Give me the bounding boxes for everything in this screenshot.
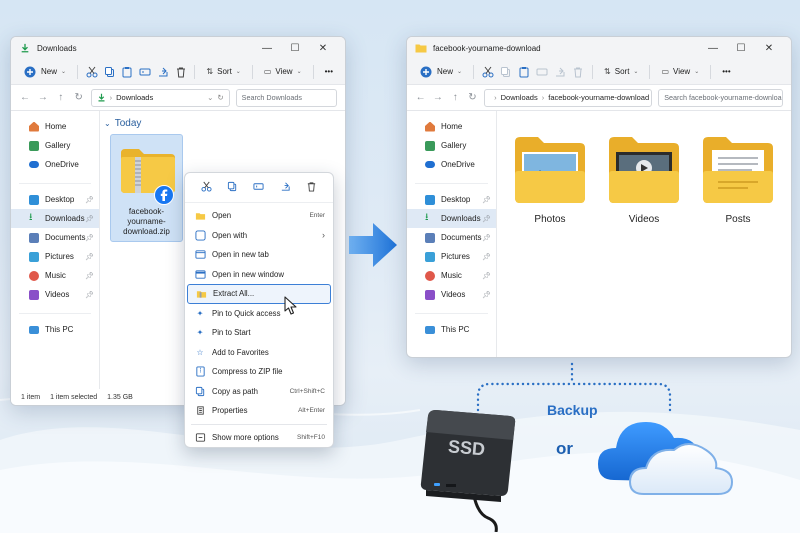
context-menu: Open Enter Open with › Open in new tab Ope… [184, 172, 334, 448]
divider [191, 423, 327, 425]
menu-item-pin-quick-access[interactable]: ✦ Pin to Quick access [185, 304, 333, 324]
menu-item-label: Add to Favorites [212, 347, 269, 357]
delete-icon[interactable] [306, 181, 317, 194]
rename-icon[interactable] [253, 181, 265, 194]
pin-icon: ✦ [196, 328, 204, 338]
copy-path-icon [194, 385, 206, 397]
copy-icon[interactable] [227, 181, 238, 194]
share-icon[interactable] [280, 181, 291, 194]
star-icon: ☆ [196, 347, 204, 357]
videos-folder-icon [609, 137, 679, 203]
menu-item-shortcut: Ctrl+Shift+C [289, 387, 325, 395]
folder-item-photos[interactable]: Photos [512, 134, 588, 225]
file-name-line: download.zip [123, 227, 170, 236]
folder-label: Videos [628, 214, 660, 225]
zip-icon [194, 366, 206, 378]
file-name-line: yourname- [127, 217, 166, 226]
menu-item-copy-path[interactable]: Copy as path Ctrl+Shift+C [185, 382, 333, 402]
menu-item-label: Open [212, 211, 232, 221]
folder-label: Posts [725, 214, 751, 225]
menu-item-label: Pin to Start [212, 328, 251, 338]
zip-file-item[interactable]: facebook- yourname- download.zip [110, 134, 183, 242]
menu-item-open[interactable]: Open Enter [185, 206, 333, 226]
menu-item-open-with[interactable]: Open with › [185, 226, 333, 246]
open-icon [194, 210, 206, 222]
group-header-today[interactable]: ⌄ Today [104, 118, 141, 129]
new-window-icon [194, 268, 206, 280]
menu-item-pin-start[interactable]: ✦ Pin to Start [185, 323, 333, 343]
menu-item-shortcut: Enter [309, 212, 325, 220]
photos-folder-icon [515, 137, 585, 203]
menu-item-label: Extract All... [213, 289, 255, 299]
pin-icon: ✦ [196, 308, 204, 318]
ssd-drive-icon: SSD [420, 410, 516, 532]
menu-item-label: Pin to Quick access [212, 308, 281, 318]
backup-label: Backup [547, 402, 598, 418]
new-tab-icon [194, 249, 206, 261]
chevron-right-icon: › [322, 230, 325, 241]
or-label: or [556, 439, 573, 458]
folder-label: Photos [534, 214, 566, 225]
properties-icon [194, 405, 206, 417]
file-name-line: facebook- [128, 207, 165, 216]
posts-folder-icon [703, 137, 773, 203]
ssd-label: SSD [447, 436, 486, 459]
menu-item-label: Open in new tab [212, 250, 269, 260]
menu-item-shortcut: Alt+Enter [298, 407, 325, 415]
menu-item-label: Copy as path [212, 386, 258, 396]
folder-item-videos[interactable]: Videos [606, 134, 682, 225]
menu-item-label: Show more options [212, 432, 279, 442]
context-menu-quick-actions [185, 173, 333, 203]
group-header-label: Today [114, 118, 142, 129]
file-name: facebook- yourname- download.zip [111, 207, 182, 237]
cut-icon[interactable] [201, 181, 212, 194]
menu-item-label: Open in new window [212, 269, 284, 279]
menu-item-open-new-window[interactable]: Open in new window [185, 265, 333, 285]
menu-item-show-more-options[interactable]: Show more options Shift+F10 [185, 428, 333, 448]
menu-item-label: Properties [212, 406, 248, 416]
menu-item-label: Compress to ZIP file [212, 367, 283, 377]
folder-item-posts[interactable]: Posts [700, 134, 776, 225]
cloud-storage-icon [598, 422, 734, 495]
more-options-icon [194, 431, 206, 443]
menu-item-properties[interactable]: Properties Alt+Enter [185, 401, 333, 421]
facebook-icon [154, 185, 174, 205]
chevron-down-icon: ⌄ [104, 119, 111, 128]
menu-item-compress-zip[interactable]: Compress to ZIP file [185, 362, 333, 382]
menu-item-shortcut: Shift+F10 [296, 433, 325, 441]
menu-item-open-new-tab[interactable]: Open in new tab [185, 245, 333, 265]
open-with-icon [194, 229, 206, 241]
menu-item-add-favorites[interactable]: ☆ Add to Favorites [185, 343, 333, 363]
menu-item-extract-all[interactable]: Extract All... [187, 284, 331, 304]
mouse-cursor-icon [284, 296, 297, 315]
menu-item-label: Open with [212, 230, 248, 240]
extract-icon [195, 288, 207, 300]
